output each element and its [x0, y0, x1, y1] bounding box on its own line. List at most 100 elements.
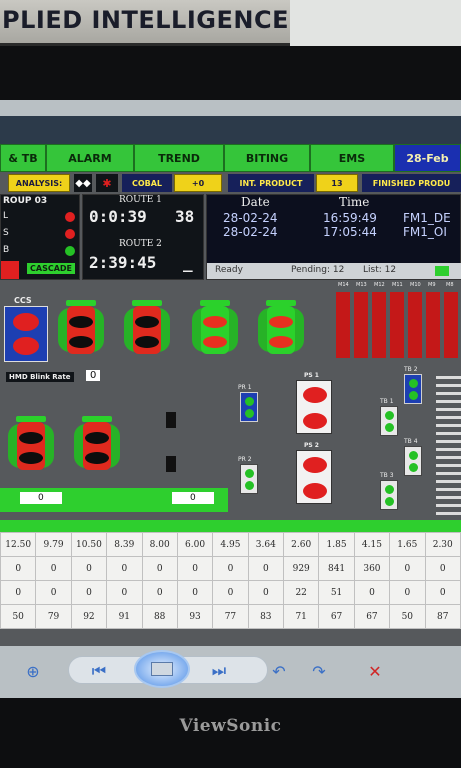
table-cell: 0: [141, 556, 178, 581]
slideshow-glyph: [151, 662, 173, 676]
route1-label: ROUTE 1: [119, 195, 162, 205]
tab-tb[interactable]: & TB: [0, 144, 46, 172]
table-cell: 0: [247, 556, 285, 581]
valve-icon: [166, 456, 176, 472]
status-text: Ready: [215, 265, 243, 275]
date-display: 28-Feb: [394, 144, 461, 172]
table-cell: 0: [424, 580, 461, 605]
alarm-bell-icon[interactable]: ✱: [96, 174, 118, 192]
tb3-station[interactable]: [380, 480, 398, 510]
tab-ems[interactable]: EMS: [310, 144, 394, 172]
log-row-code[interactable]: FM1_DE: [403, 211, 451, 225]
log-row-date[interactable]: 28-02-24: [223, 225, 277, 239]
table-cell: 67: [353, 604, 391, 629]
machine[interactable]: [52, 300, 110, 354]
refresh-icon[interactable]: [435, 266, 449, 276]
table-row: 0 0 0 0 0 0 0 0 22 51 0 0 0: [0, 580, 461, 605]
table-cell: 83: [247, 604, 285, 629]
silo-bank: [336, 292, 461, 358]
table-cell: 0: [70, 556, 108, 581]
table-cell: 0: [424, 556, 461, 581]
tab-biting[interactable]: BITING: [224, 144, 310, 172]
slideshow-icon[interactable]: [134, 650, 190, 688]
cascade-button[interactable]: CASCADE: [27, 263, 75, 274]
table-cell: 67: [318, 604, 355, 629]
ps1-station[interactable]: [296, 380, 332, 434]
machine[interactable]: [252, 300, 310, 354]
log-row-time[interactable]: 16:59:49: [323, 211, 377, 225]
table-cell: 0: [176, 580, 214, 605]
rotate-ccw-icon[interactable]: ↶: [264, 660, 294, 682]
table-cell: 0: [141, 580, 178, 605]
tab-trend[interactable]: TREND: [134, 144, 224, 172]
hmd-label: HMD Blink Rate: [6, 372, 74, 382]
table-row: 50 79 92 91 88 93 77 83 71 67 67 50 87: [0, 604, 461, 629]
binoculars-icon[interactable]: ◆◆: [74, 174, 92, 192]
log-row-time[interactable]: 17:05:44: [323, 225, 377, 239]
sign-text: PLIED INTELLIGENCE: [2, 6, 289, 34]
tb2-station[interactable]: [404, 374, 422, 404]
table-cell: 71: [282, 604, 320, 629]
cobal-label: COBAL: [122, 174, 172, 192]
previous-icon[interactable]: ⏮: [84, 660, 114, 682]
table-cell: 88: [141, 604, 178, 629]
route2-suffix: _: [183, 253, 193, 272]
list-count: List: 12: [363, 265, 397, 275]
wall: [290, 0, 461, 46]
pending-count: Pending: 12: [291, 265, 345, 275]
route2-label: ROUTE 2: [119, 239, 162, 249]
table-cell: 22: [282, 580, 320, 605]
table-cell: 77: [212, 604, 249, 629]
group-title: ROUP 03: [3, 196, 48, 206]
monitor-bezel-top: [0, 46, 461, 100]
ps-head: [303, 413, 327, 429]
machine[interactable]: [68, 416, 126, 470]
table-cell: 0: [0, 556, 37, 581]
event-log: Date Time 28-02-24 16:59:49 FM1_DE 28-02…: [206, 194, 461, 280]
machine[interactable]: [2, 416, 60, 470]
status-dot: [65, 212, 75, 222]
silo-label: M8: [446, 282, 454, 288]
table-cell: 0: [106, 556, 143, 581]
finished-product-label: FINISHED PRODU: [362, 174, 461, 192]
tb4-station[interactable]: [404, 446, 422, 476]
table-cell: 8.39: [106, 532, 143, 557]
counter-value: 0: [172, 492, 214, 504]
table-cell: 0: [0, 580, 37, 605]
silo-label: M13: [356, 282, 367, 288]
table-cell: 3.64: [247, 532, 285, 557]
group-item: S: [3, 228, 9, 238]
ps-head: [303, 457, 327, 473]
machine[interactable]: [118, 300, 176, 354]
table-cell: 1.85: [318, 532, 355, 557]
route2-time: 2:39:45: [89, 253, 157, 272]
station-label: TB 3: [380, 472, 394, 479]
table-cell: 929: [282, 556, 320, 581]
machine[interactable]: [186, 300, 244, 354]
pr1-station[interactable]: [240, 392, 258, 422]
table-cell: 50: [389, 604, 426, 629]
ccs-unit: [4, 306, 48, 362]
ccs-label: CCS: [14, 296, 32, 305]
table-cell: 0: [70, 580, 108, 605]
ccs-head: [13, 313, 39, 331]
next-icon[interactable]: ⏭: [204, 660, 234, 682]
station-label: PR 2: [238, 456, 252, 463]
delete-icon[interactable]: ✕: [360, 660, 390, 682]
fit-icon[interactable]: ⊕: [18, 660, 48, 682]
station-label: TB 2: [404, 366, 418, 373]
log-row-code[interactable]: FM1_OI: [403, 225, 447, 239]
rotate-cw-icon[interactable]: ↷: [304, 660, 334, 682]
tb1-station[interactable]: [380, 406, 398, 436]
log-row-date[interactable]: 28-02-24: [223, 211, 277, 225]
station-label: TB 4: [404, 438, 418, 445]
pr2-station[interactable]: [240, 464, 258, 494]
int-product-label: INT. PRODUCT: [228, 174, 314, 192]
route1-count: 38: [175, 207, 195, 226]
analysis-button[interactable]: ANALYSIS:: [8, 174, 70, 192]
title-strip: [0, 116, 461, 144]
ps2-station[interactable]: [296, 450, 332, 504]
tab-alarm[interactable]: ALARM: [46, 144, 134, 172]
table-cell: 12.50: [0, 532, 37, 557]
valve-icon: [166, 412, 176, 428]
